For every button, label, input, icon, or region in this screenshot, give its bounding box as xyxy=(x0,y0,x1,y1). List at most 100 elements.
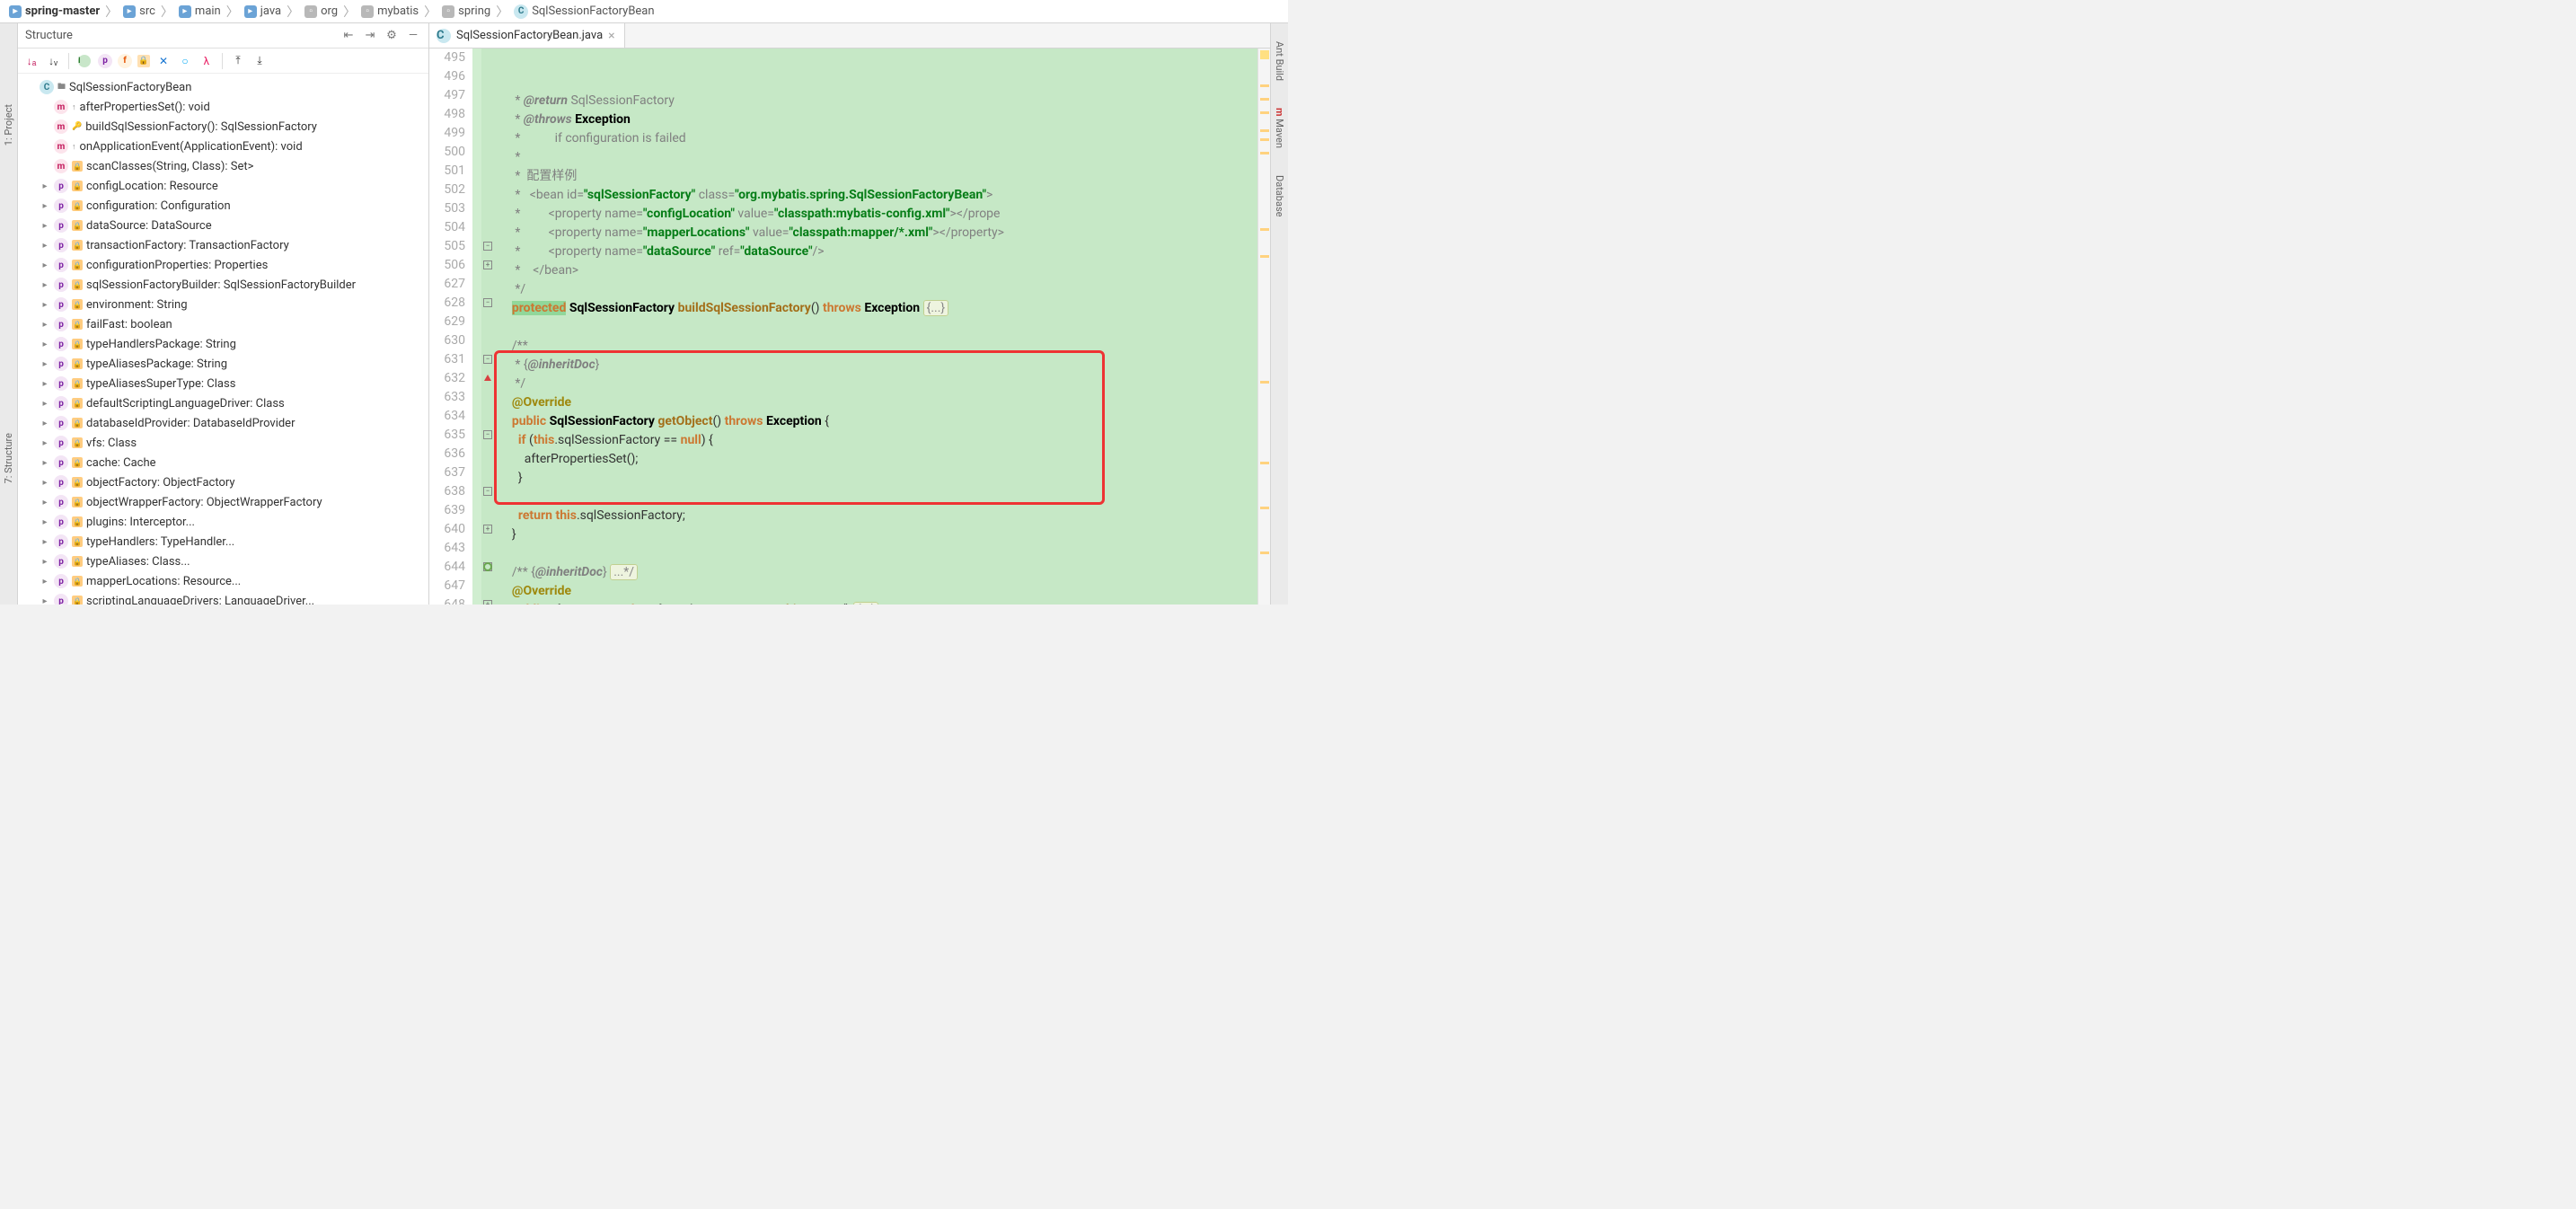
fold-gutter[interactable] xyxy=(481,49,494,604)
twisty-icon[interactable]: ▸ xyxy=(40,241,50,251)
breadcrumb-item[interactable]: ▸spring-master xyxy=(5,4,103,19)
tree-row[interactable]: ▸p 🔒scriptingLanguageDrivers: LanguageDr… xyxy=(18,591,428,604)
fold-plus-icon[interactable] xyxy=(483,260,492,269)
tree-row[interactable]: ▸p 🔒typeHandlers: TypeHandler... xyxy=(18,532,428,552)
rail-ant[interactable]: Ant Build xyxy=(1274,41,1285,81)
line-number-gutter[interactable]: 4954964974984995005015025035045055066276… xyxy=(429,49,472,604)
line-number[interactable]: 638 xyxy=(429,482,465,501)
line-number[interactable]: 643 xyxy=(429,539,465,558)
breadcrumb-item[interactable]: ▸src xyxy=(119,4,159,19)
tree-row[interactable]: ▸p 🔒objectFactory: ObjectFactory xyxy=(18,472,428,492)
fold-minus-icon[interactable] xyxy=(483,487,492,496)
tree-row[interactable]: ▸p 🔒sqlSessionFactoryBuilder: SqlSession… xyxy=(18,275,428,295)
tree-row[interactable]: ▸p 🔒objectWrapperFactory: ObjectWrapperF… xyxy=(18,492,428,512)
line-number[interactable]: 501 xyxy=(429,162,465,181)
line-number[interactable]: 631 xyxy=(429,350,465,369)
twisty-icon[interactable]: ▸ xyxy=(40,517,50,527)
code-line[interactable]: afterPropertiesSet(); xyxy=(494,450,1257,469)
twisty-icon[interactable]: ▸ xyxy=(40,478,50,488)
rail-structure[interactable]: 7: Structure xyxy=(3,433,14,483)
code-line[interactable]: * <property name="configLocation" value=… xyxy=(494,205,1257,224)
rail-database[interactable]: Database xyxy=(1274,175,1285,216)
tree-row[interactable]: ▸p 🔒cache: Cache xyxy=(18,453,428,472)
line-number[interactable]: 634 xyxy=(429,407,465,426)
line-number[interactable]: 630 xyxy=(429,331,465,350)
line-number[interactable]: 498 xyxy=(429,105,465,124)
fold-minus-icon[interactable] xyxy=(483,298,492,307)
tree-row[interactable]: C 🖿SqlSessionFactoryBean xyxy=(18,77,428,97)
tree-row[interactable]: ▸p 🔒configuration: Configuration xyxy=(18,196,428,216)
code-line[interactable]: * <bean id="sqlSessionFactory" class="or… xyxy=(494,186,1257,205)
code-line[interactable]: */ xyxy=(494,375,1257,393)
twisty-icon[interactable]: ▸ xyxy=(40,359,50,369)
code-line[interactable]: /** {@inheritDoc} ...*/ xyxy=(494,563,1257,582)
tree-row[interactable]: ▸p 🔒failFast: boolean xyxy=(18,314,428,334)
tree-row[interactable]: ▸p 🔒transactionFactory: TransactionFacto… xyxy=(18,235,428,255)
twisty-icon[interactable]: ▸ xyxy=(40,399,50,409)
right-tool-rail[interactable]: Ant Build m Maven Database xyxy=(1270,23,1288,604)
autoscroll2-icon[interactable]: ⤓ xyxy=(251,53,268,69)
sort-az-icon[interactable]: ↓ₐ xyxy=(23,53,40,69)
line-number[interactable]: 629 xyxy=(429,313,465,331)
code-line[interactable]: * {@inheritDoc} xyxy=(494,356,1257,375)
line-number[interactable]: 628 xyxy=(429,294,465,313)
fold-minus-icon[interactable] xyxy=(483,355,492,364)
twisty-icon[interactable]: ▸ xyxy=(40,557,50,567)
code-line[interactable]: public SqlSessionFactory getObject() thr… xyxy=(494,412,1257,431)
twisty-icon[interactable]: ▸ xyxy=(40,577,50,587)
implement-gutter-icon[interactable] xyxy=(483,562,492,571)
collapse-icon[interactable]: ⇤ xyxy=(340,28,357,44)
override-gutter-icon[interactable] xyxy=(484,375,491,381)
tree-row[interactable]: ▸p 🔒defaultScriptingLanguageDriver: Clas… xyxy=(18,393,428,413)
filter-fields-icon[interactable]: f xyxy=(118,54,132,68)
twisty-icon[interactable]: ▸ xyxy=(40,438,50,448)
autoscroll-icon[interactable]: ⤒ xyxy=(230,53,246,69)
twisty-icon[interactable]: ▸ xyxy=(40,340,50,349)
editor-tabs[interactable]: C SqlSessionFactoryBean.java × xyxy=(429,23,1270,49)
tree-row[interactable]: ▸p 🔒dataSource: DataSource xyxy=(18,216,428,235)
code-line[interactable]: * @return SqlSessionFactory xyxy=(494,92,1257,110)
tree-row[interactable]: ▸p 🔒databaseIdProvider: DatabaseIdProvid… xyxy=(18,413,428,433)
tree-row[interactable]: m ↑afterPropertiesSet(): void xyxy=(18,97,428,117)
twisty-icon[interactable]: ▸ xyxy=(40,221,50,231)
tree-row[interactable]: ▸p 🔒plugins: Interceptor... xyxy=(18,512,428,532)
twisty-icon[interactable]: ▸ xyxy=(40,320,50,330)
code-line[interactable]: public Class<? extends SqlSessionFactory… xyxy=(494,601,1257,604)
code-line[interactable]: */ xyxy=(494,280,1257,299)
line-number[interactable]: 633 xyxy=(429,388,465,407)
line-number[interactable]: 627 xyxy=(429,275,465,294)
line-number[interactable]: 632 xyxy=(429,369,465,388)
line-number[interactable]: 502 xyxy=(429,181,465,199)
sort-vis-icon[interactable]: ↓ᵥ xyxy=(45,53,61,69)
twisty-icon[interactable]: ▸ xyxy=(40,181,50,191)
code-line[interactable]: * if configuration is failed xyxy=(494,129,1257,148)
line-number[interactable]: 635 xyxy=(429,426,465,445)
breadcrumb-item[interactable]: ▸main xyxy=(175,4,225,19)
code-line[interactable]: protected SqlSessionFactory buildSqlSess… xyxy=(494,299,1257,318)
line-number[interactable]: 506 xyxy=(429,256,465,275)
twisty-icon[interactable]: ▸ xyxy=(40,300,50,310)
filter-nonpublic-icon[interactable]: 🔒 xyxy=(137,55,150,67)
code-line[interactable]: return this.sqlSessionFactory; xyxy=(494,507,1257,525)
tree-row[interactable]: m 🔒scanClasses(String, Class): Set> xyxy=(18,156,428,176)
tree-row[interactable]: ▸p 🔒configLocation: Resource xyxy=(18,176,428,196)
filter-inherited-icon[interactable]: I xyxy=(76,53,93,69)
twisty-icon[interactable]: ▸ xyxy=(40,260,50,270)
twisty-icon[interactable]: ▸ xyxy=(40,201,50,211)
code-line[interactable]: * @throws Exception xyxy=(494,110,1257,129)
breadcrumb-item[interactable]: CSqlSessionFactoryBean xyxy=(510,4,657,20)
fold-plus-icon[interactable] xyxy=(483,600,492,604)
tree-row[interactable]: ▸p 🔒typeAliases: Class... xyxy=(18,552,428,571)
hide-icon[interactable]: — xyxy=(405,28,421,44)
code-line[interactable]: /** xyxy=(494,337,1257,356)
tree-row[interactable]: ▸p 🔒typeAliasesSuperType: Class xyxy=(18,374,428,393)
close-icon[interactable]: × xyxy=(608,29,614,43)
breadcrumb[interactable]: ▸spring-master〉▸src〉▸main〉▸java〉▫org〉▫my… xyxy=(0,0,1288,23)
gear-icon[interactable]: ⚙ xyxy=(384,28,400,44)
twisty-icon[interactable]: ▸ xyxy=(40,537,50,547)
twisty-icon[interactable]: ▸ xyxy=(40,379,50,389)
tree-row[interactable]: ▸p 🔒typeAliasesPackage: String xyxy=(18,354,428,374)
breadcrumb-item[interactable]: ▫spring xyxy=(438,4,494,19)
line-number[interactable]: 648 xyxy=(429,596,465,604)
code-line[interactable]: * 配置样例 xyxy=(494,167,1257,186)
